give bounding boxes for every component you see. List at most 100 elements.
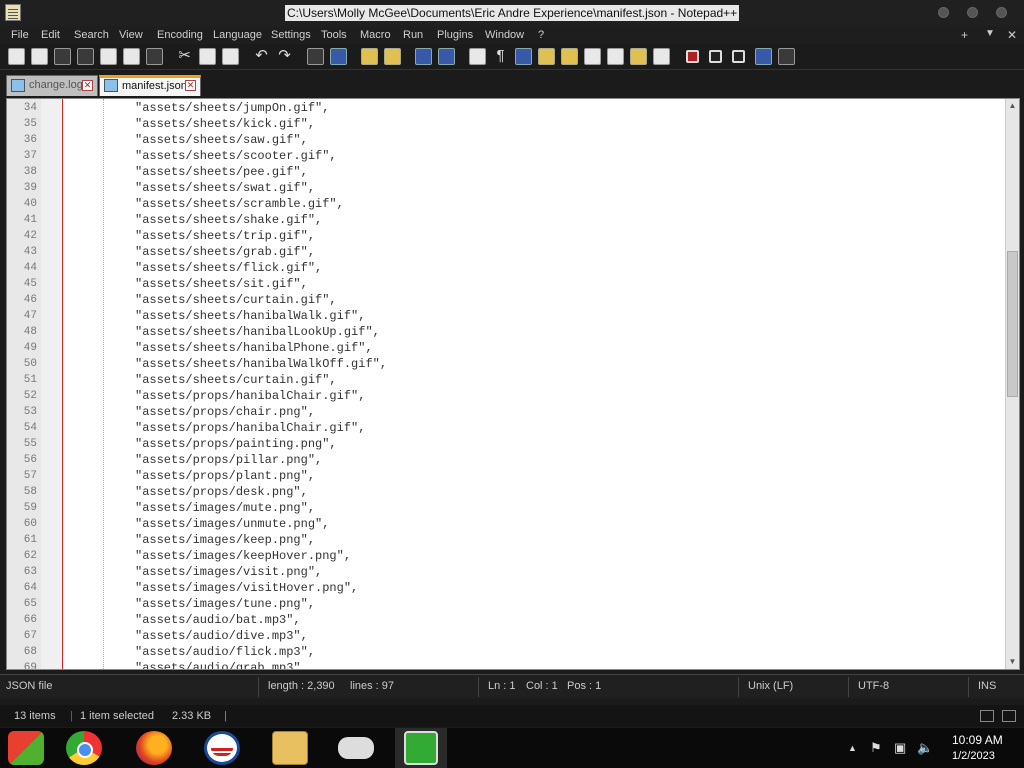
line-text[interactable]: "assets/audio/bat.mp3", [135, 612, 301, 628]
close-file-icon[interactable] [100, 48, 117, 65]
code-line[interactable]: 61 "assets/images/keep.png", [7, 532, 1007, 548]
sync-vertical-icon[interactable] [415, 48, 432, 65]
tab-list-dropdown-icon[interactable]: ▼ [985, 28, 995, 39]
line-text[interactable]: "assets/sheets/shake.gif", [135, 212, 322, 228]
code-line[interactable]: 60 "assets/images/unmute.png", [7, 516, 1007, 532]
code-line[interactable]: 49 "assets/sheets/hanibalPhone.gif", [7, 340, 1007, 356]
line-text[interactable]: "assets/sheets/kick.gif", [135, 116, 315, 132]
code-line[interactable]: 39 "assets/sheets/swat.gif", [7, 180, 1007, 196]
tab-manifest-json[interactable]: manifest.json ✕ [99, 75, 201, 96]
start-button-icon[interactable] [8, 731, 44, 765]
code-line[interactable]: 56 "assets/props/pillar.png", [7, 452, 1007, 468]
stop-macro-icon[interactable] [709, 50, 722, 63]
cut-icon[interactable]: ✂ [176, 48, 193, 65]
monitoring-icon[interactable] [630, 48, 647, 65]
code-line[interactable]: 36 "assets/sheets/saw.gif", [7, 132, 1007, 148]
zoom-out-icon[interactable] [384, 48, 401, 65]
menu-tools[interactable]: Tools [321, 28, 347, 42]
line-text[interactable]: "assets/sheets/jumpOn.gif", [135, 100, 329, 116]
sync-horizontal-icon[interactable] [438, 48, 455, 65]
code-line[interactable]: 47 "assets/sheets/hanibalWalk.gif", [7, 308, 1007, 324]
code-lines[interactable]: 34 "assets/sheets/jumpOn.gif", 35 "assets/s… [7, 100, 1007, 669]
code-line[interactable]: 40 "assets/sheets/scramble.gif", [7, 196, 1007, 212]
code-line[interactable]: 41 "assets/sheets/shake.gif", [7, 212, 1007, 228]
code-line[interactable]: 62 "assets/images/keepHover.png", [7, 548, 1007, 564]
eye-icon[interactable] [653, 48, 670, 65]
code-line[interactable]: 45 "assets/sheets/sit.gif", [7, 276, 1007, 292]
close-document-icon[interactable]: ✕ [1007, 28, 1017, 42]
tab-close-icon[interactable]: ✕ [185, 80, 196, 91]
network-icon[interactable]: ▣ [894, 740, 906, 756]
firefox-icon[interactable] [136, 731, 172, 765]
line-text[interactable]: "assets/sheets/hanibalPhone.gif", [135, 340, 373, 356]
open-file-icon[interactable] [31, 48, 48, 65]
line-text[interactable]: "assets/props/chair.png", [135, 404, 315, 420]
replace-icon[interactable] [330, 48, 347, 65]
large-icons-view-icon[interactable] [1002, 710, 1016, 722]
line-text[interactable]: "assets/sheets/grab.gif", [135, 244, 315, 260]
code-line[interactable]: 68 "assets/audio/flick.mp3", [7, 644, 1007, 660]
folder-as-workspace-icon[interactable] [607, 48, 624, 65]
code-line[interactable]: 35 "assets/sheets/kick.gif", [7, 116, 1007, 132]
action-center-flag-icon[interactable]: ⚑ [870, 740, 882, 756]
menu-file[interactable]: File [11, 28, 29, 42]
line-text[interactable]: "assets/sheets/scooter.gif", [135, 148, 337, 164]
zoom-in-icon[interactable] [361, 48, 378, 65]
volume-icon[interactable]: 🔈 [917, 740, 933, 756]
scroll-thumb[interactable] [1007, 251, 1018, 397]
line-text[interactable]: "assets/props/plant.png", [135, 468, 315, 484]
line-text[interactable]: "assets/props/painting.png", [135, 436, 337, 452]
vertical-scrollbar[interactable]: ▲ ▼ [1005, 99, 1019, 669]
word-wrap-icon[interactable] [469, 48, 486, 65]
tab-change-log[interactable]: change.log ✕ [6, 75, 98, 96]
file-explorer-icon[interactable] [272, 731, 308, 765]
line-text[interactable]: "assets/images/visit.png", [135, 564, 322, 580]
record-macro-icon[interactable] [686, 50, 699, 63]
line-text[interactable]: "assets/sheets/scramble.gif", [135, 196, 344, 212]
save-icon[interactable] [54, 48, 71, 65]
minimize-button[interactable] [938, 7, 949, 18]
line-text[interactable]: "assets/sheets/saw.gif", [135, 132, 308, 148]
game-controller-icon[interactable] [338, 737, 374, 759]
menu-view[interactable]: View [119, 28, 143, 42]
line-text[interactable]: "assets/sheets/pee.gif", [135, 164, 308, 180]
line-text[interactable]: "assets/props/desk.png", [135, 484, 308, 500]
copy-icon[interactable] [199, 48, 216, 65]
code-line[interactable]: 57 "assets/props/plant.png", [7, 468, 1007, 484]
code-line[interactable]: 44 "assets/sheets/flick.gif", [7, 260, 1007, 276]
find-icon[interactable] [307, 48, 324, 65]
line-text[interactable]: "assets/images/unmute.png", [135, 516, 329, 532]
clock-time[interactable]: 10:09 AM [952, 733, 1003, 747]
code-line[interactable]: 53 "assets/props/chair.png", [7, 404, 1007, 420]
scroll-down-arrow-icon[interactable]: ▼ [1006, 655, 1019, 669]
menu-plugins[interactable]: Plugins [437, 28, 473, 42]
show-all-characters-icon[interactable]: ¶ [492, 48, 509, 65]
code-line[interactable]: 42 "assets/sheets/trip.gif", [7, 228, 1007, 244]
code-line[interactable]: 51 "assets/sheets/curtain.gif", [7, 372, 1007, 388]
code-line[interactable]: 66 "assets/audio/bat.mp3", [7, 612, 1007, 628]
run-macro-multiple-icon[interactable] [755, 48, 772, 65]
code-line[interactable]: 50 "assets/sheets/hanibalWalkOff.gif", [7, 356, 1007, 372]
notepad-plus-plus-taskbar-icon[interactable] [404, 731, 438, 765]
paste-icon[interactable] [222, 48, 239, 65]
code-line[interactable]: 55 "assets/props/painting.png", [7, 436, 1007, 452]
line-text[interactable]: "assets/sheets/curtain.gif", [135, 292, 337, 308]
line-text[interactable]: "assets/sheets/hanibalLookUp.gif", [135, 324, 380, 340]
print-icon[interactable] [146, 48, 163, 65]
indent-guide-icon[interactable] [515, 48, 532, 65]
line-text[interactable]: "assets/sheets/trip.gif", [135, 228, 315, 244]
line-text[interactable]: "assets/sheets/sit.gif", [135, 276, 308, 292]
maximize-button[interactable] [967, 7, 978, 18]
line-text[interactable]: "assets/images/tune.png", [135, 596, 315, 612]
code-line[interactable]: 34 "assets/sheets/jumpOn.gif", [7, 100, 1007, 116]
code-line[interactable]: 43 "assets/sheets/grab.gif", [7, 244, 1007, 260]
code-line[interactable]: 54 "assets/props/hanibalChair.gif", [7, 420, 1007, 436]
menu-window[interactable]: Window [485, 28, 524, 42]
code-line[interactable]: 58 "assets/props/desk.png", [7, 484, 1007, 500]
menu-help[interactable]: ? [538, 28, 544, 42]
code-line[interactable]: 59 "assets/images/mute.png", [7, 500, 1007, 516]
line-text[interactable]: "assets/audio/grab.mp3", [135, 660, 308, 669]
line-text[interactable]: "assets/images/visitHover.png", [135, 580, 358, 596]
line-text[interactable]: "assets/sheets/swat.gif", [135, 180, 315, 196]
campaign-logo-icon[interactable] [204, 731, 240, 765]
